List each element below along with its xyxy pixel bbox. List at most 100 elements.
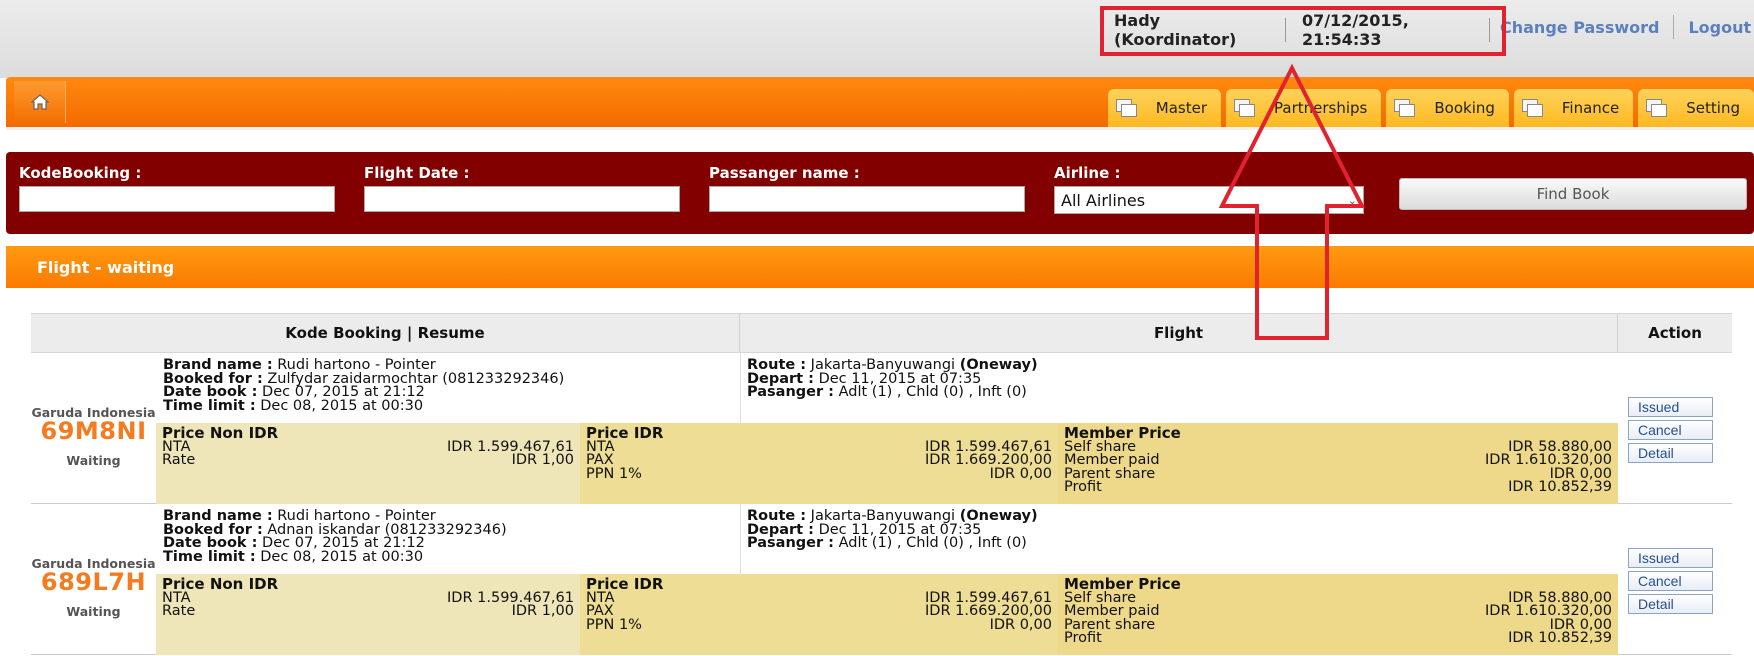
flight-date-label: Flight Date : (364, 164, 470, 182)
divider (1285, 18, 1286, 42)
tab-master[interactable]: Master (1107, 89, 1222, 127)
column-header: Action (1648, 324, 1702, 342)
kode-booking-label: KodeBooking : (19, 164, 142, 182)
booking-code: 689L7H (40, 568, 147, 596)
search-panel: KodeBooking : Flight Date : Passanger na… (6, 152, 1754, 234)
price-non-idr: Price Non IDR NTA IDR 1.599.467,61 Rate ID… (156, 423, 580, 504)
flight-date-input[interactable] (364, 186, 680, 212)
flight-date-field: Flight Date : (364, 164, 680, 212)
timelimit-label: Time limit : (163, 548, 256, 565)
booking-code-cell: Garuda Indonesia 69M8NI Waiting (31, 353, 156, 503)
price-value: IDR 1,00 (511, 452, 574, 469)
window-icon (1115, 99, 1138, 117)
cancel-button[interactable]: Cancel (1628, 420, 1713, 440)
booking-code-cell: Garuda Indonesia 689L7H Waiting (31, 504, 156, 654)
price-label: Profit (1064, 479, 1102, 496)
window-icon (1646, 99, 1668, 117)
column-header: Flight (740, 314, 1618, 352)
price-idr: Price IDR NTA IDR 1.599.467,61 PAX IDR 1.6… (580, 574, 1058, 655)
price-label: Profit (1064, 630, 1102, 647)
booking-table: Kode Booking | Resume Flight Action Garu… (31, 313, 1732, 655)
price-idr: Price IDR NTA IDR 1.599.467,61 PAX IDR 1.6… (580, 423, 1058, 504)
price-value: IDR 1,00 (511, 603, 574, 620)
price-label: Rate (162, 452, 196, 469)
cancel-button[interactable]: Cancel (1628, 571, 1713, 591)
home-button[interactable] (14, 81, 66, 123)
row-actions: Issued Cancel Detail (1628, 397, 1713, 466)
booking-status: Waiting (66, 604, 121, 619)
divider (740, 504, 741, 574)
price-label: PPN 1% (586, 616, 642, 633)
table-row: Garuda Indonesia 689L7H Waiting Brand na… (31, 504, 1732, 655)
passenger-value: Adlt (1) , Chld (0) , Inft (0) (838, 384, 1027, 400)
kode-booking-field: KodeBooking : (19, 164, 335, 212)
window-icon (1234, 99, 1256, 117)
price-label: Rate (162, 603, 196, 620)
member-price: Member Price Self share IDR 58.880,00 Mem… (1058, 423, 1618, 504)
price-value: IDR 0,00 (989, 465, 1052, 482)
tab-label: Booking (1434, 99, 1495, 117)
resume-info: Brand name : Rudi hartono - Pointer Book… (163, 509, 739, 565)
divider (1673, 15, 1675, 39)
detail-button[interactable]: Detail (1628, 594, 1713, 614)
price-value: IDR 10.852,39 (1508, 479, 1612, 496)
timelimit-value: Dec 08, 2015 at 00:30 (260, 397, 424, 414)
tab-finance[interactable]: Finance (1513, 89, 1634, 127)
tab-booking[interactable]: Booking (1386, 89, 1509, 127)
airline-select[interactable]: All Airlines ⌄ (1054, 186, 1364, 214)
timelimit-label: Time limit : (163, 397, 256, 414)
divider (1489, 18, 1490, 42)
table-row: Garuda Indonesia 69M8NI Waiting Brand na… (31, 353, 1732, 504)
tab-label: Finance (1561, 99, 1620, 117)
price-panel: Price Non IDR NTA IDR 1.599.467,61 Rate ID… (156, 423, 1618, 504)
user-name: Hady (Koordinator) (1114, 11, 1237, 49)
passenger-label: Pasanger : (747, 535, 834, 551)
nav-underline (6, 127, 1754, 130)
airline-selected-value: All Airlines (1061, 190, 1146, 210)
detail-button[interactable]: Detail (1628, 443, 1713, 463)
current-datetime: 07/12/2015, 21:54:33 (1301, 11, 1409, 49)
tab-label: Master (1155, 99, 1208, 117)
home-icon (30, 94, 49, 110)
user-info: Hady (Koordinator) 07/12/2015, 21:54:33 (1100, 6, 1506, 54)
tab-label: Partnerships (1274, 99, 1368, 117)
chevron-down-icon: ⌄ (1347, 193, 1357, 207)
section-title: Flight - waiting (6, 246, 1754, 288)
passenger-value: Adlt (1) , Chld (0) , Inft (0) (838, 535, 1027, 551)
price-value: IDR 0,00 (989, 616, 1052, 633)
booking-status: Waiting (66, 453, 121, 468)
issued-button[interactable]: Issued (1628, 548, 1713, 568)
logout-link[interactable]: Logout (1688, 18, 1751, 37)
top-bar: Hady (Koordinator) 07/12/2015, 21:54:33 … (0, 0, 1754, 78)
kode-booking-input[interactable] (19, 186, 335, 212)
price-panel: Price Non IDR NTA IDR 1.599.467,61 Rate ID… (156, 574, 1618, 655)
flight-info: Route : Jakarta-Banyuwangi (Oneway) Depa… (747, 358, 1617, 400)
airline-label: Airline : (1054, 164, 1121, 182)
divider (740, 353, 741, 423)
table-header: Kode Booking | Resume Flight Action (31, 313, 1732, 353)
price-label: PPN 1% (586, 465, 642, 482)
timelimit-value: Dec 08, 2015 at 00:30 (260, 548, 424, 565)
flight-info: Route : Jakarta-Banyuwangi (Oneway) Depa… (747, 509, 1617, 551)
resume-info: Brand name : Rudi hartono - Pointer Book… (163, 358, 739, 414)
passenger-name-label: Passanger name : (709, 164, 860, 182)
row-actions: Issued Cancel Detail (1628, 548, 1713, 617)
issued-button[interactable]: Issued (1628, 397, 1713, 417)
tab-setting[interactable]: Setting (1638, 89, 1754, 127)
airline-field: Airline : All Airlines ⌄ (1054, 164, 1364, 214)
account-links: Change Password Logout (1500, 14, 1751, 40)
nav-tabs: Master Partnerships Booking Finance Sett… (1107, 89, 1754, 127)
change-password-link[interactable]: Change Password (1500, 18, 1659, 37)
tab-partnerships[interactable]: Partnerships (1226, 89, 1382, 127)
window-icon (1521, 99, 1544, 117)
passenger-name-field: Passanger name : (709, 164, 1025, 212)
price-value: IDR 10.852,39 (1508, 630, 1612, 647)
window-icon (1394, 99, 1416, 117)
main-nav: Master Partnerships Booking Finance Sett… (6, 77, 1754, 127)
member-price: Member Price Self share IDR 58.880,00 Mem… (1058, 574, 1618, 655)
column-header: Kode Booking | Resume (31, 314, 740, 352)
passenger-label: Pasanger : (747, 384, 834, 400)
tab-label: Setting (1686, 99, 1740, 117)
find-book-button[interactable]: Find Book (1399, 178, 1747, 210)
passenger-name-input[interactable] (709, 186, 1025, 212)
